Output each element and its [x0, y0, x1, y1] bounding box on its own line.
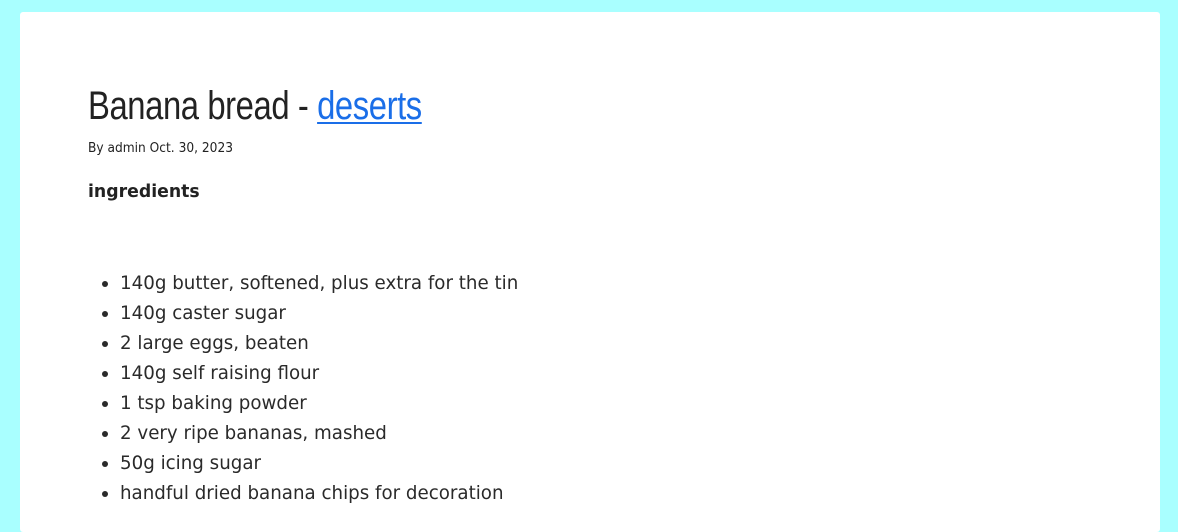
- ingredient-item: 2 very ripe bananas, mashed: [120, 418, 535, 448]
- recipe-card: Banana bread - deserts By admin Oct. 30,…: [20, 12, 1160, 532]
- recipe-title: Banana bread: [88, 84, 290, 128]
- ingredient-item: 140g self raising flour: [120, 358, 535, 388]
- ingredient-item: 140g butter, softened, plus extra for th…: [120, 268, 535, 298]
- ingredient-item: 50g icing sugar: [120, 448, 535, 478]
- category-link-deserts[interactable]: deserts: [317, 84, 422, 128]
- post-byline: By admin Oct. 30, 2023: [88, 141, 233, 156]
- ingredient-item: 1 tsp baking powder: [120, 388, 535, 418]
- ingredient-item: handful dried banana chips for decoratio…: [120, 478, 535, 508]
- ingredients-heading: ingredients: [88, 181, 200, 202]
- title-separator: -: [289, 84, 318, 128]
- ingredients-list: 140g butter, softened, plus extra for th…: [88, 268, 535, 508]
- ingredient-item: 2 large eggs, beaten: [120, 328, 535, 358]
- ingredient-item: 140g caster sugar: [120, 298, 535, 328]
- page-title: Banana bread - deserts: [88, 78, 422, 134]
